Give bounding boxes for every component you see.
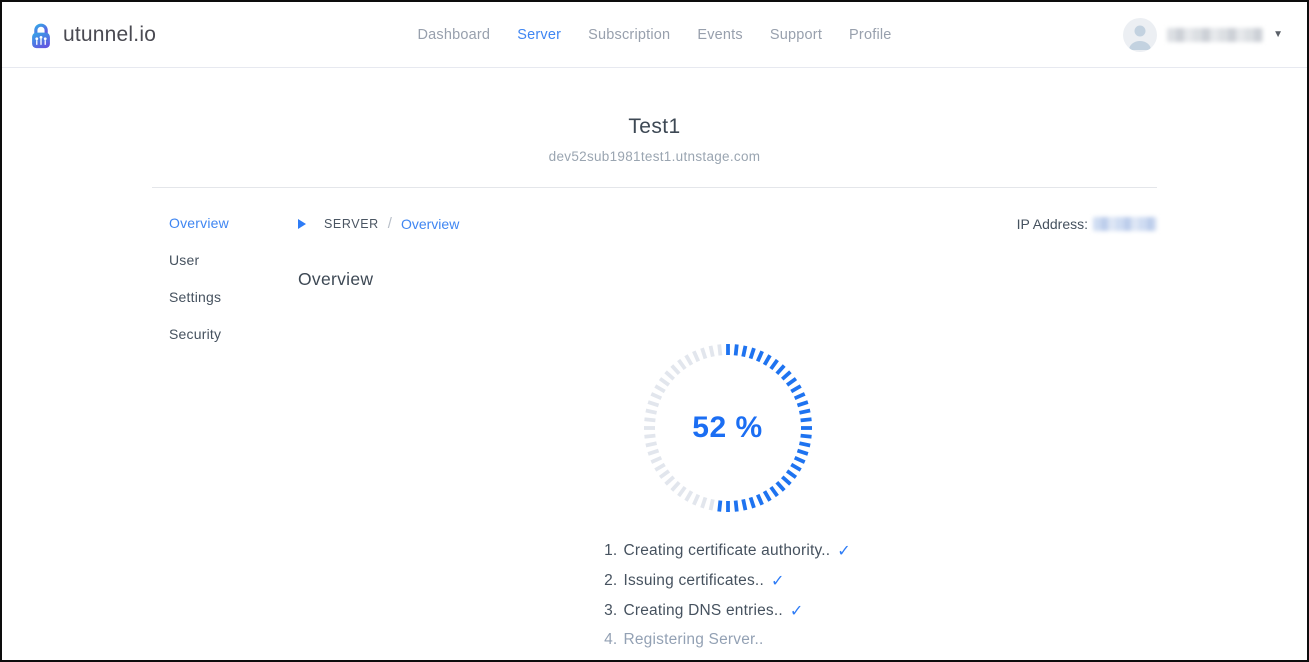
setup-step: 2. Issuing certificates.. ✓: [604, 571, 851, 591]
setup-step: 4. Registering Server..: [604, 631, 851, 649]
ip-address-redacted: [1093, 217, 1157, 231]
page-title: Test1: [152, 115, 1157, 139]
step-number: 3.: [604, 602, 617, 620]
progress-percent: 52 %: [692, 411, 762, 445]
breadcrumb-separator: /: [388, 215, 392, 232]
setup-step: 1. Creating certificate authority.. ✓: [604, 541, 851, 561]
user-menu[interactable]: ▼: [1123, 18, 1283, 52]
nav-server[interactable]: Server: [517, 27, 561, 43]
server-domain: dev52sub1981test1.utnstage.com: [152, 149, 1157, 164]
logo-text: utunnel.io: [63, 23, 156, 47]
setup-steps-list: 1. Creating certificate authority.. ✓ 2.…: [604, 541, 851, 649]
check-icon: ✓: [790, 601, 804, 621]
sidebar-item-settings[interactable]: Settings: [169, 289, 298, 305]
nav-dashboard[interactable]: Dashboard: [417, 27, 490, 43]
step-number: 2.: [604, 572, 617, 590]
ip-address: IP Address:: [1017, 216, 1157, 232]
setup-step: 3. Creating DNS entries.. ✓: [604, 601, 851, 621]
sidebar: Overview User Settings Security: [152, 215, 298, 659]
nav-events[interactable]: Events: [697, 27, 743, 43]
logo[interactable]: utunnel.io: [26, 20, 156, 50]
step-text: Issuing certificates..: [623, 572, 764, 590]
person-icon: [1123, 18, 1157, 52]
main-content: Test1 dev52sub1981test1.utnstage.com Ove…: [152, 68, 1157, 659]
nav-profile[interactable]: Profile: [849, 27, 892, 43]
breadcrumb-section: SERVER: [324, 217, 379, 231]
padlock-logo-icon: [26, 20, 56, 50]
server-header: Test1 dev52sub1981test1.utnstage.com: [152, 68, 1157, 164]
breadcrumb: SERVER / Overview IP Address:: [298, 215, 1157, 232]
chevron-down-icon: ▼: [1273, 30, 1283, 40]
sidebar-item-user[interactable]: User: [169, 252, 298, 268]
sidebar-item-security[interactable]: Security: [169, 326, 298, 342]
check-icon: ✓: [837, 541, 851, 561]
step-text: Registering Server..: [623, 631, 763, 649]
avatar: [1123, 18, 1157, 52]
app-window: utunnel.io Dashboard Server Subscription…: [0, 0, 1309, 662]
step-text: Creating DNS entries..: [623, 602, 782, 620]
step-number: 1.: [604, 542, 617, 560]
nav-support[interactable]: Support: [770, 27, 822, 43]
progress-ring-container: 52 %: [640, 340, 816, 516]
step-text: Creating certificate authority..: [623, 542, 830, 560]
nav-subscription[interactable]: Subscription: [588, 27, 670, 43]
breadcrumb-page[interactable]: Overview: [401, 216, 459, 232]
section-heading: Overview: [298, 269, 1157, 290]
user-name-redacted: [1167, 28, 1263, 42]
main-nav: Dashboard Server Subscription Events Sup…: [417, 2, 891, 67]
step-number: 4.: [604, 631, 617, 649]
check-icon: ✓: [771, 571, 785, 591]
ip-address-label: IP Address:: [1017, 216, 1088, 232]
sidebar-item-overview[interactable]: Overview: [169, 215, 298, 231]
top-nav-bar: utunnel.io Dashboard Server Subscription…: [2, 2, 1307, 68]
sidebar-collapse-arrow-icon[interactable]: [298, 219, 306, 229]
